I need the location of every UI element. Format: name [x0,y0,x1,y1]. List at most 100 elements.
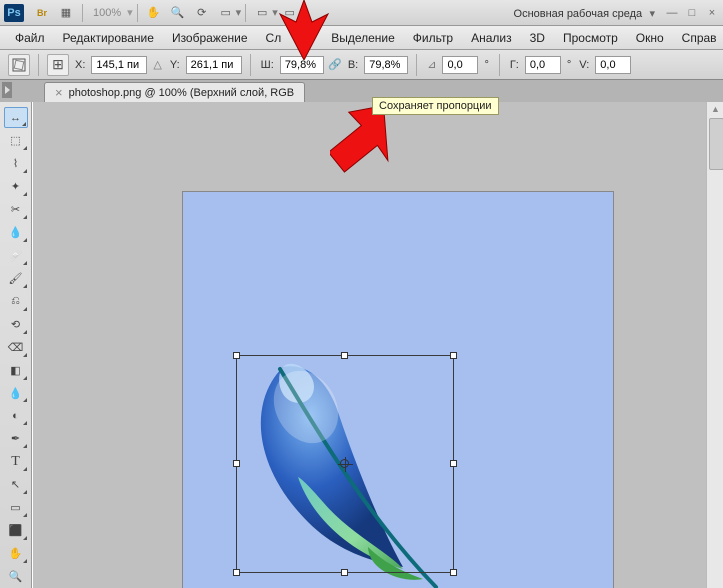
skew-v-label: V: [577,59,591,71]
pen-tool[interactable]: ✒ [4,428,28,449]
document-tab[interactable]: × photoshop.png @ 100% (Верхний слой, RG… [44,82,305,102]
degree-label: ° [482,59,490,71]
move-icon: ↔ [10,112,21,124]
tooltip-link-proportions: Сохраняет пропорции [372,97,499,115]
eyedropper-icon: 💧 [9,226,23,239]
zoom-level[interactable]: 100% [87,7,127,19]
separator [499,54,500,76]
crop-tool[interactable]: ✂ [4,199,28,220]
minimize-icon[interactable]: — [665,6,679,20]
handle-middle-right[interactable] [450,460,457,467]
handle-top-right[interactable] [450,352,457,359]
close-icon[interactable]: × [705,6,719,20]
lasso-icon: ⌇ [13,157,18,170]
threeD-icon: ⬛ [9,524,23,537]
window-controls: — □ × [661,6,719,20]
separator [250,54,251,76]
workspace-switcher[interactable]: Основная рабочая среда ▾ [508,6,661,20]
height-label: В: [346,59,360,71]
type-tool[interactable]: T [4,451,28,472]
menu-analysis[interactable]: Анализ [462,26,521,50]
3d-tool[interactable]: ⬛ [4,520,28,541]
handle-middle-left[interactable] [233,460,240,467]
stamp-icon: ⎌ [11,295,20,308]
menu-file[interactable]: Файл [6,26,54,50]
hand-icon: ✋ [9,547,23,560]
blur-icon: 💧 [9,387,23,400]
skew-h-input[interactable] [525,56,561,74]
separator [137,4,138,22]
gradient-icon: ◧ [10,364,20,377]
dodge-tool[interactable]: ◐ [4,405,28,426]
blur-tool[interactable]: 💧 [4,383,28,404]
mini-bridge-icon[interactable]: ▦ [55,3,77,23]
options-bar: ⊞ X: △ Y: Ш: 🔗 В: ⊿ ° Г: ° V: [0,50,723,80]
work-area: ↔ ⬚ ⌇ ✦ ✂ 💧 🩹 🖌 ⎌ ⟲ ⌫ ◧ 💧 ◐ ✒ T ↖ ▭ ⬛ ✋ … [0,102,723,588]
zoom-tool-icon[interactable]: 🔍 [167,3,189,23]
menu-view[interactable]: Просмотр [554,26,627,50]
app-logo-icon: Ps [4,4,24,22]
separator [38,54,39,76]
x-label: X: [73,59,87,71]
handle-top-left[interactable] [233,352,240,359]
angle-input[interactable] [442,56,478,74]
crop-icon: ✂ [11,203,20,216]
menu-3d[interactable]: 3D [521,26,554,50]
history-brush-icon: ⟲ [11,318,20,331]
lasso-tool[interactable]: ⌇ [4,153,28,174]
menu-filter[interactable]: Фильтр [404,26,462,50]
reference-point-handle[interactable] [340,459,349,468]
type-icon: T [11,454,20,470]
eraser-tool[interactable]: ⌫ [4,337,28,358]
marquee-tool[interactable]: ⬚ [4,130,28,151]
dropdown-icon[interactable]: ▾ [236,6,242,19]
document-title: photoshop.png @ 100% (Верхний слой, RGB [69,87,295,99]
menu-help[interactable]: Справ [673,26,723,50]
transform-tool-icon[interactable] [8,54,30,76]
reference-point-icon[interactable]: ⊞ [47,54,69,76]
rotate-view-icon[interactable]: ⟳ [191,3,213,23]
history-brush-tool[interactable]: ⟲ [4,314,28,335]
menu-window[interactable]: Окно [627,26,673,50]
skew-v-input[interactable] [595,56,631,74]
degree-label: ° [565,59,573,71]
transform-bounding-box[interactable] [236,355,454,573]
dropdown-icon[interactable]: ▾ [127,6,133,19]
brush-tool[interactable]: 🖌 [4,268,28,289]
y-input[interactable] [186,56,242,74]
gradient-tool[interactable]: ◧ [4,360,28,381]
zoom-icon: 🔍 [9,570,23,583]
handle-bottom-left[interactable] [233,569,240,576]
bridge-icon[interactable]: Br [31,3,53,23]
skew-h-label: Г: [508,59,521,71]
maximize-icon[interactable]: □ [685,6,699,20]
path-tool[interactable]: ↖ [4,474,28,495]
stamp-tool[interactable]: ⎌ [4,291,28,312]
move-tool[interactable]: ↔ [4,107,28,128]
relative-icon[interactable]: △ [151,58,163,71]
menu-select[interactable]: Выделение [322,26,404,50]
heal-icon: 🩹 [9,249,23,262]
x-input[interactable] [91,56,147,74]
eyedropper-tool[interactable]: 💧 [4,222,28,243]
wand-tool[interactable]: ✦ [4,176,28,197]
handle-bottom-middle[interactable] [341,569,348,576]
handle-bottom-right[interactable] [450,569,457,576]
menu-image[interactable]: Изображение [163,26,257,50]
arrange-docs-icon[interactable]: ▭ [251,3,273,23]
hand-tool-icon[interactable]: ✋ [143,3,165,23]
close-tab-icon[interactable]: × [55,86,63,99]
panel-collapse-icon[interactable] [2,82,12,98]
zoom-tool[interactable]: 🔍 [4,566,28,587]
shape-tool[interactable]: ▭ [4,497,28,518]
height-input[interactable] [364,56,408,74]
title-bar: Ps Br ▦ 100% ▾ ✋ 🔍 ⟳ ▭ ▾ ▭ ▾ ▭ ▾ Основна… [0,0,723,26]
menu-edit[interactable]: Редактирование [54,26,163,50]
screen-mode-icon[interactable]: ▭ [215,3,237,23]
hand-tool[interactable]: ✋ [4,543,28,564]
heal-tool[interactable]: 🩹 [4,245,28,266]
vertical-scrollbar[interactable] [706,102,723,588]
y-label: Y: [168,59,182,71]
handle-top-middle[interactable] [341,352,348,359]
canvas-area[interactable] [32,102,723,588]
